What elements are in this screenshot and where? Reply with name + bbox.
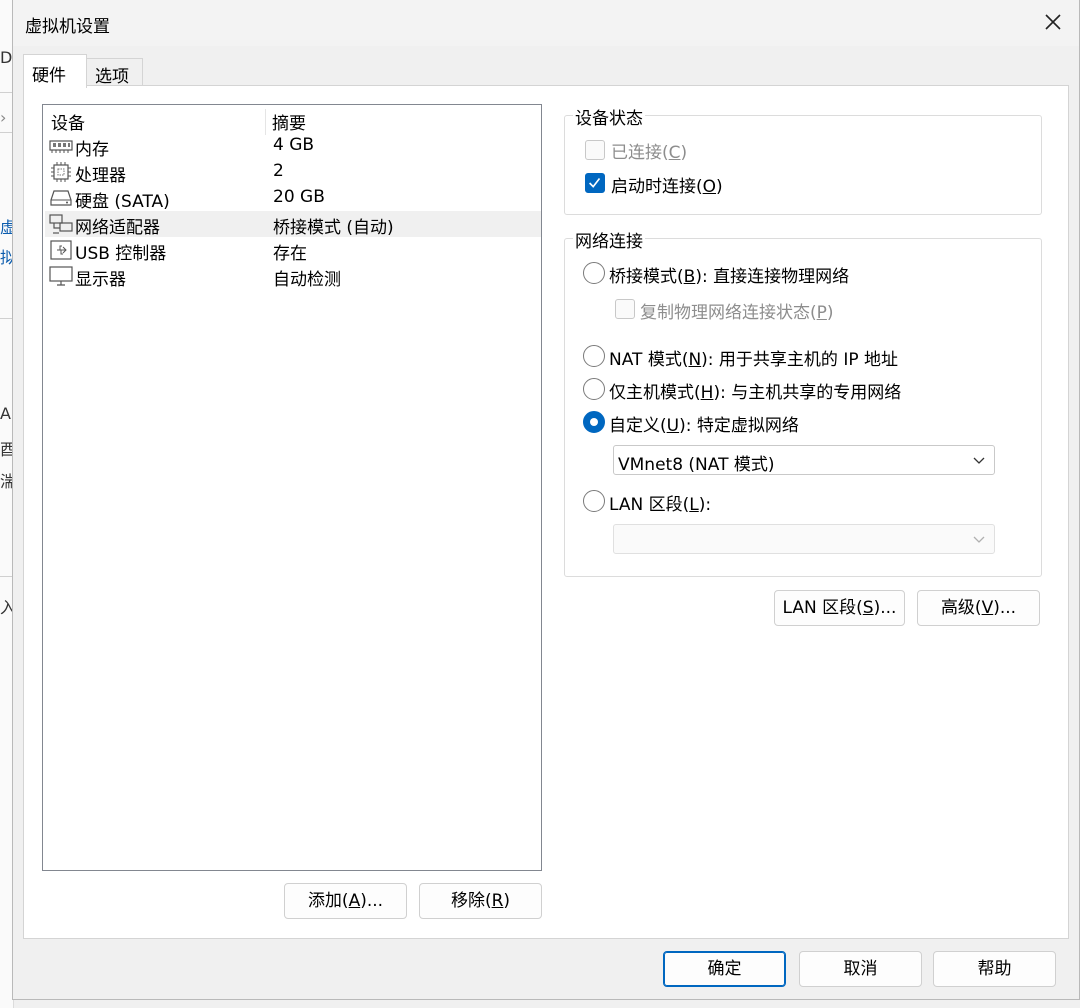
device-name: 内存 — [75, 140, 109, 160]
memory-icon — [49, 140, 73, 153]
column-header-device[interactable]: 设备 — [51, 109, 85, 134]
replicate-state-checkbox[interactable] — [615, 299, 635, 319]
connect-at-power-on-label: 启动时连接(O) — [611, 177, 723, 197]
group-legend: 设备状态 — [573, 104, 645, 129]
lan-segment-select[interactable] — [613, 524, 995, 554]
group-legend: 网络连接 — [573, 227, 645, 252]
device-row-display[interactable]: 显示器 自动检测 — [45, 263, 541, 290]
bg-text: › — [0, 108, 7, 127]
hardware-panel: 设备 摘要 内存 4 GB 处理器 2 硬盘 (SATA) 20 GB 网络适配… — [23, 85, 1069, 939]
button-label: 添加( — [307, 891, 349, 911]
button-accel-key: V — [981, 598, 994, 618]
select-value: VMnet8 (NAT 模式) — [618, 455, 775, 475]
button-label: 移除( — [450, 891, 492, 911]
button-accel-key: R — [491, 891, 504, 911]
column-header-summary[interactable]: 摘要 — [272, 109, 306, 134]
nat-radio[interactable] — [583, 345, 605, 367]
device-row-memory[interactable]: 内存 4 GB — [45, 133, 541, 160]
bridged-label: 桥接模式(B): 直接连接物理网络 — [609, 267, 850, 287]
device-list[interactable]: 设备 摘要 内存 4 GB 处理器 2 硬盘 (SATA) 20 GB 网络适配… — [42, 104, 542, 871]
vm-settings-dialog: 虚拟机设置 硬件 选项 设备 摘要 内存 4 GB 处理器 2 硬盘 (SATA… — [12, 0, 1080, 1000]
connect-at-power-on-checkbox[interactable] — [585, 173, 605, 193]
button-label: 高级( — [940, 598, 982, 618]
title-bar: 虚拟机设置 — [13, 0, 1079, 46]
device-summary: 自动检测 — [273, 270, 341, 290]
device-row-network-adapter[interactable]: 网络适配器 桥接模式 (自动) — [45, 211, 541, 238]
device-name: USB 控制器 — [75, 244, 167, 264]
device-summary: 存在 — [273, 244, 307, 264]
chevron-down-icon — [973, 536, 985, 543]
button-accel-key: A — [348, 891, 361, 911]
custom-network-select[interactable]: VMnet8 (NAT 模式) — [613, 445, 995, 475]
bg-text: A — [0, 404, 11, 423]
lan-segments-button[interactable]: LAN 区段(S)... — [774, 590, 905, 626]
device-summary: 4 GB — [273, 135, 315, 155]
ok-button[interactable]: 确定 — [663, 951, 786, 987]
device-name: 网络适配器 — [75, 218, 160, 238]
chevron-down-icon — [973, 457, 985, 464]
tab-options[interactable]: 选项 — [87, 58, 143, 87]
checkmark-icon — [589, 178, 601, 188]
tab-label: 选项 — [95, 67, 129, 87]
monitor-icon — [49, 266, 73, 286]
network-adapter-icon — [49, 214, 73, 234]
host-only-radio[interactable] — [583, 378, 605, 400]
add-device-button[interactable]: 添加(A)... — [284, 883, 407, 919]
button-label: LAN 区段( — [782, 598, 863, 618]
device-row-processor[interactable]: 处理器 2 — [45, 159, 541, 186]
device-status-group: 设备状态 已连接(C) 启动时连接(O) — [564, 104, 1042, 215]
replicate-state-label: 复制物理网络连接状态(P) — [640, 303, 834, 323]
device-row-hard-disk[interactable]: 硬盘 (SATA) 20 GB — [45, 185, 541, 212]
bridged-radio[interactable] — [583, 262, 605, 284]
device-row-usb-controller[interactable]: USB 控制器 存在 — [45, 237, 541, 264]
host-only-label: 仅主机模式(H): 与主机共享的专用网络 — [609, 383, 902, 403]
custom-radio[interactable] — [583, 411, 605, 433]
custom-label: 自定义(U): 特定虚拟网络 — [609, 416, 799, 436]
button-label: )... — [873, 598, 897, 618]
window-title: 虚拟机设置 — [25, 17, 110, 37]
close-icon[interactable] — [1041, 10, 1065, 34]
advanced-button[interactable]: 高级(V)... — [917, 590, 1040, 626]
hard-disk-icon — [50, 190, 72, 206]
button-label: ) — [503, 891, 511, 911]
lan-segment-radio[interactable] — [583, 490, 605, 512]
network-connection-group: 网络连接 桥接模式(B): 直接连接物理网络 复制物理网络连接状态(P) NAT… — [564, 227, 1042, 577]
tab-hardware[interactable]: 硬件 — [23, 54, 87, 88]
device-summary: 桥接模式 (自动) — [273, 218, 394, 238]
device-name: 处理器 — [75, 166, 126, 186]
button-label: )... — [360, 891, 384, 911]
usb-icon — [50, 240, 72, 260]
help-button[interactable]: 帮助 — [933, 951, 1056, 987]
connected-label: 已连接(C) — [611, 143, 688, 163]
nat-label: NAT 模式(N): 用于共享主机的 IP 地址 — [609, 350, 899, 370]
device-summary: 20 GB — [273, 187, 325, 207]
remove-device-button[interactable]: 移除(R) — [419, 883, 542, 919]
device-name: 显示器 — [75, 270, 126, 290]
cpu-icon — [51, 162, 71, 182]
lan-segment-label: LAN 区段(L): — [609, 495, 712, 515]
button-label: )... — [993, 598, 1017, 618]
device-summary: 2 — [273, 161, 284, 181]
device-name: 硬盘 (SATA) — [75, 192, 170, 212]
button-accel-key: S — [862, 598, 874, 618]
tab-label: 硬件 — [32, 66, 66, 86]
device-list-header: 设备 摘要 — [43, 109, 541, 135]
connected-checkbox[interactable] — [585, 140, 605, 160]
cancel-button[interactable]: 取消 — [799, 951, 922, 987]
